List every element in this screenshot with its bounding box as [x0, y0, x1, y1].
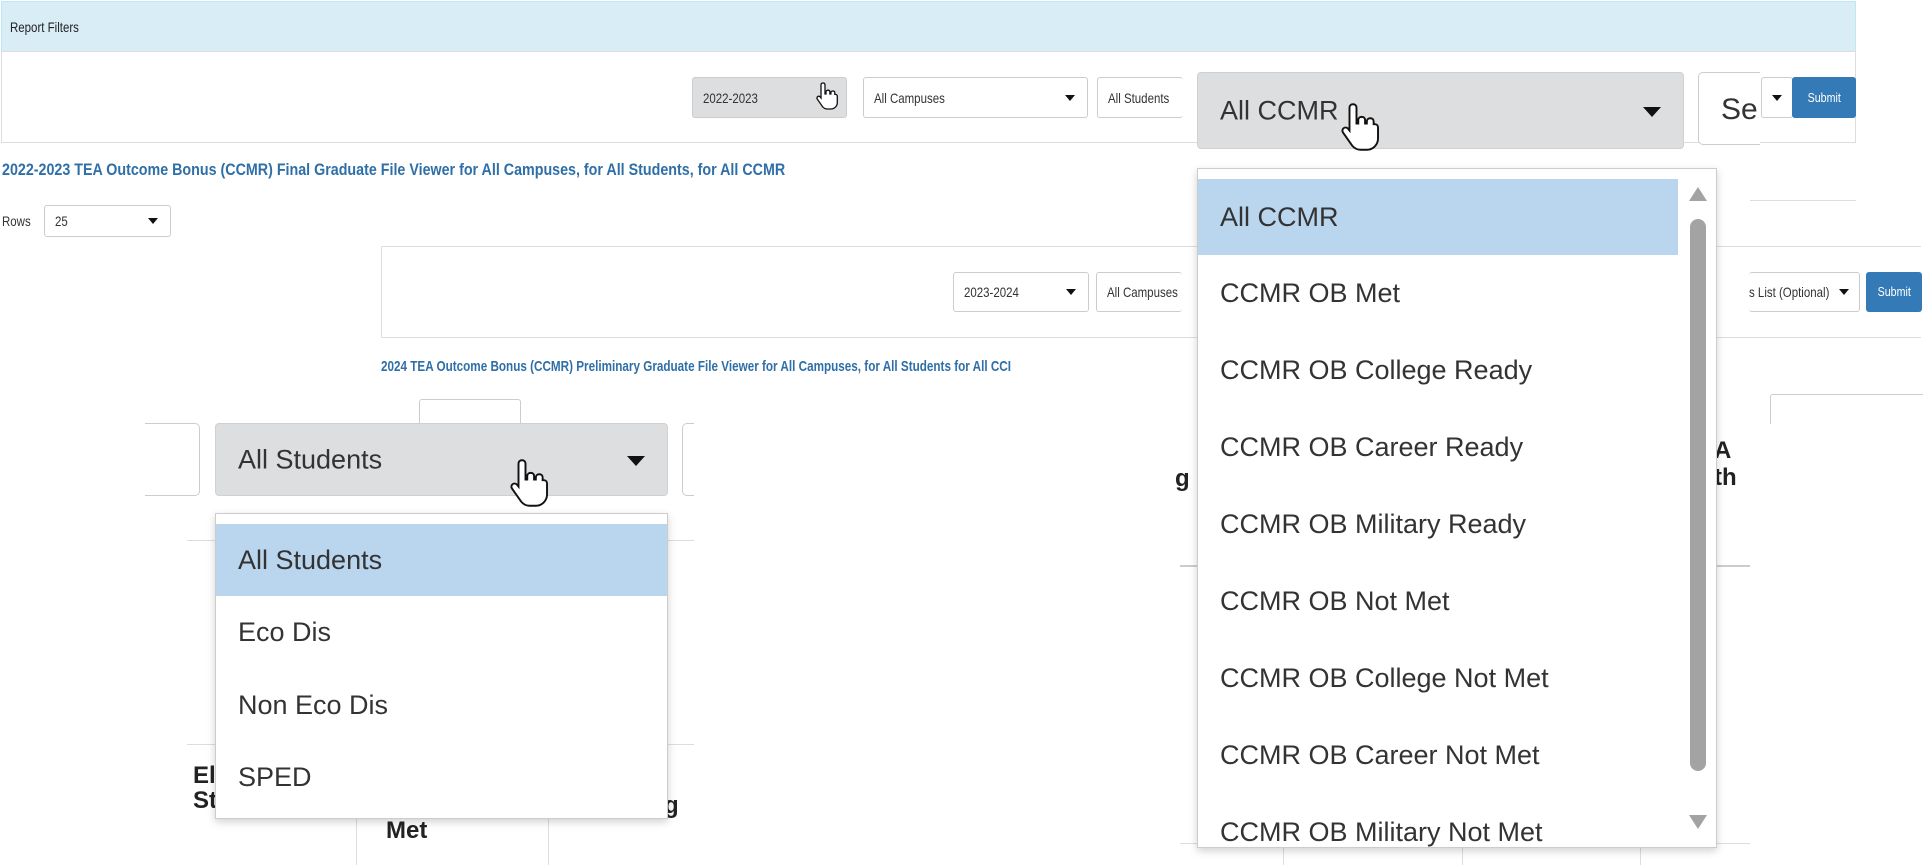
caret-down-icon — [1066, 289, 1076, 295]
second-submit-button[interactable]: Submit — [1866, 272, 1922, 312]
hand-pointer-icon — [510, 459, 548, 507]
ccmr-dropdown-menu: All CCMR CCMR OB Met CCMR OB College Rea… — [1197, 168, 1717, 848]
second-campus-select-value: All Campuses — [1107, 284, 1178, 300]
second-list-select-value: s List (Optional) — [1749, 284, 1830, 300]
hand-pointer-icon — [1341, 103, 1379, 151]
ccmr-option-ob-met[interactable]: CCMR OB Met — [1198, 255, 1678, 332]
ccmr-select[interactable]: All CCMR — [1197, 72, 1684, 149]
second-list-select[interactable]: s List (Optional) — [1749, 272, 1860, 312]
rows-label: Rows — [2, 213, 31, 229]
table-divider — [1750, 200, 1856, 201]
second-submit-button-label: Submit — [1877, 284, 1911, 299]
table-header-fragment: Met — [386, 817, 428, 844]
campus-select-value: All Campuses — [874, 89, 945, 106]
second-year-select-value: 2023-2024 — [964, 284, 1019, 300]
second-year-select[interactable]: 2023-2024 — [953, 272, 1089, 312]
ccmr-select-cut[interactable] — [682, 423, 694, 496]
caret-down-icon — [627, 455, 645, 466]
ccmr-option-ob-not-met[interactable]: CCMR OB Not Met — [1198, 563, 1678, 640]
year-select-value: 2022-2023 — [703, 89, 758, 106]
ccmr-option-ob-military-ready[interactable]: CCMR OB Military Ready — [1198, 486, 1678, 563]
caret-down-icon — [1772, 94, 1782, 101]
ccmr-select-value: All CCMR — [1220, 95, 1339, 125]
campus-select[interactable]: All Campuses — [863, 77, 1088, 118]
ccmr-option-ob-career-ready[interactable]: CCMR OB Career Ready — [1198, 409, 1678, 486]
report-title: 2022-2023 TEA Outcome Bonus (CCMR) Final… — [2, 160, 786, 179]
students-option-all-students[interactable]: All Students — [216, 524, 667, 596]
optional-select-cut[interactable] — [1761, 77, 1793, 118]
ccmr-scrollbar-thumb[interactable] — [1690, 219, 1706, 771]
students-option-non-eco-dis[interactable]: Non Eco Dis — [216, 669, 667, 741]
students-dropdown-menu: All Students Eco Dis Non Eco Dis SPED — [215, 513, 668, 819]
hand-pointer-icon — [816, 82, 838, 110]
caret-down-icon — [148, 218, 158, 224]
scroll-up-arrow-icon[interactable] — [1689, 187, 1707, 201]
second-campus-select[interactable]: All Campuses — [1096, 272, 1182, 312]
students-select-cut[interactable]: All Students — [1097, 77, 1183, 118]
rows-select[interactable]: 25 — [44, 205, 171, 237]
caret-down-icon — [1839, 289, 1849, 295]
students-option-sped[interactable]: SPED — [216, 741, 667, 813]
students-select-value: All Students — [238, 444, 383, 474]
ccmr-option-ob-career-not-met[interactable]: CCMR OB Career Not Met — [1198, 717, 1678, 794]
rows-select-value: 25 — [55, 213, 68, 229]
students-option-eco-dis[interactable]: Eco Dis — [216, 596, 667, 668]
second-rows-select[interactable] — [419, 399, 521, 423]
ccmr-option-ob-military-not-met[interactable]: CCMR OB Military Not Met — [1198, 794, 1678, 847]
second-report-title: 2024 TEA Outcome Bonus (CCMR) Preliminar… — [381, 358, 1011, 375]
submit-button[interactable]: Submit — [1792, 77, 1856, 118]
second-page-search-input[interactable] — [1770, 394, 1923, 424]
caret-down-icon — [1643, 106, 1661, 117]
scroll-down-arrow-icon[interactable] — [1689, 815, 1707, 829]
caret-down-icon — [1065, 94, 1075, 101]
report-filters-title: Report Filters — [10, 19, 79, 35]
table-header-fragment: St — [193, 787, 217, 814]
table-header-fragment: El — [193, 762, 216, 789]
ccmr-option-ob-college-not-met[interactable]: CCMR OB College Not Met — [1198, 640, 1678, 717]
ccmr-option-ob-college-ready[interactable]: CCMR OB College Ready — [1198, 332, 1678, 409]
submit-button-label: Submit — [1807, 90, 1841, 105]
students-select[interactable]: All Students — [215, 423, 668, 496]
campus-select-cut[interactable] — [145, 423, 200, 496]
students-select-cut-value: All Students — [1108, 89, 1170, 106]
ccmr-option-all-ccmr[interactable]: All CCMR — [1198, 179, 1678, 255]
ccmr-scrollbar[interactable] — [1681, 169, 1716, 847]
